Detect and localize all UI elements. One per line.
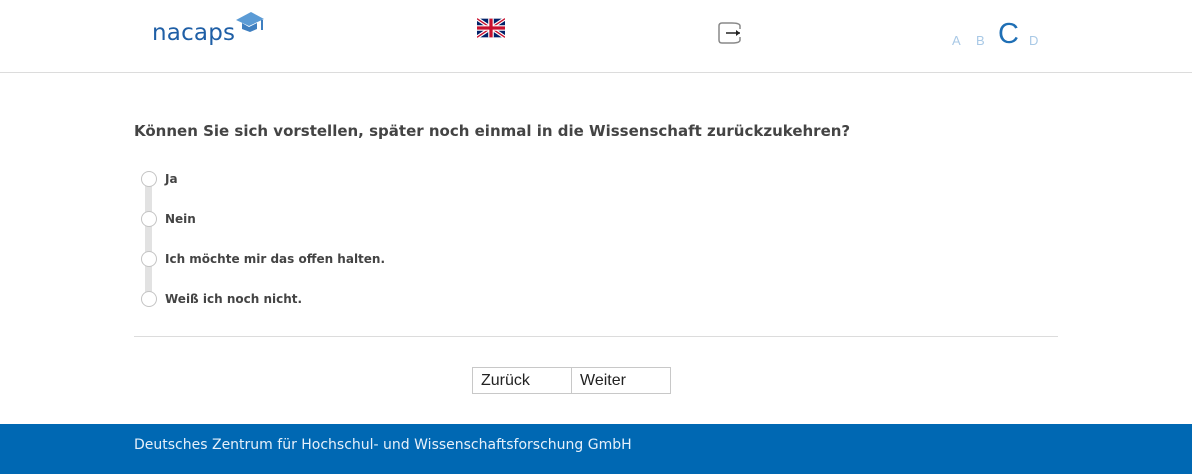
option-label: Nein xyxy=(165,212,196,226)
back-button[interactable]: Zurück xyxy=(473,368,571,393)
font-size-c-selected[interactable]: C xyxy=(998,20,1019,49)
option-ja[interactable]: Ja xyxy=(140,170,540,190)
radio-button[interactable] xyxy=(141,251,157,267)
option-label: Ja xyxy=(165,172,178,186)
question-text: Können Sie sich vorstellen, später noch … xyxy=(134,122,851,140)
uk-flag-icon[interactable] xyxy=(475,17,507,39)
divider xyxy=(134,336,1058,337)
font-size-d[interactable]: D xyxy=(1029,34,1038,47)
navigation-buttons: Zurück Weiter xyxy=(472,367,671,394)
logout-icon[interactable] xyxy=(718,22,742,44)
options-track xyxy=(145,180,152,300)
footer-text: Deutsches Zentrum für Hochschul- und Wis… xyxy=(134,437,632,453)
answer-options: Ja Nein Ich möchte mir das offen halten.… xyxy=(140,170,540,310)
site-footer: Deutsches Zentrum für Hochschul- und Wis… xyxy=(0,424,1192,474)
option-nein[interactable]: Nein xyxy=(140,210,540,230)
nacaps-logo[interactable]: nacaps xyxy=(152,10,268,52)
radio-button[interactable] xyxy=(141,211,157,227)
next-button[interactable]: Weiter xyxy=(571,368,670,393)
site-header: nacaps A B C D xyxy=(0,0,1192,73)
font-size-b[interactable]: B xyxy=(976,34,985,47)
option-weiss-nicht[interactable]: Weiß ich noch nicht. xyxy=(140,290,540,310)
option-label: Weiß ich noch nicht. xyxy=(165,292,303,306)
font-size-a[interactable]: A xyxy=(952,34,961,47)
radio-button[interactable] xyxy=(141,171,157,187)
option-offen-halten[interactable]: Ich möchte mir das offen halten. xyxy=(140,250,540,270)
radio-button[interactable] xyxy=(141,291,157,307)
logo-text: nacaps xyxy=(152,20,236,46)
option-label: Ich möchte mir das offen halten. xyxy=(165,252,386,266)
graduation-cap-icon xyxy=(236,12,264,32)
